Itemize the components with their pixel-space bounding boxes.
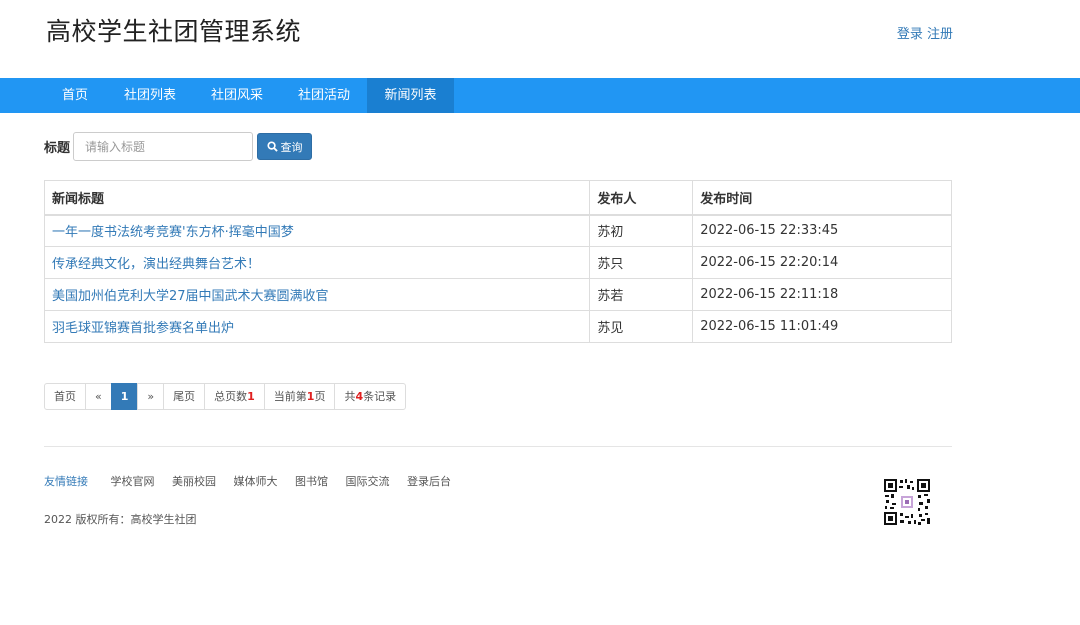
table-row: 美国加州伯克利大学27届中国武术大赛圆满收官 苏若 2022-06-15 22:…: [43, 278, 952, 311]
next-page-button[interactable]: »: [137, 383, 165, 410]
footer-link-media[interactable]: 媒体师大: [234, 475, 278, 488]
login-link[interactable]: 登录: [897, 27, 923, 42]
table-row: 一年一度书法统考竞赛'东方杯·挥毫中国梦 苏初 2022-06-15 22:33…: [43, 214, 952, 247]
table-header-row: 新闻标题 发布人 发布时间: [43, 180, 952, 216]
site-title: 高校学生社团管理系统: [46, 17, 302, 46]
total-pages-value: 1: [247, 390, 255, 403]
footer-divider: [44, 446, 952, 447]
prev-page-button[interactable]: «: [85, 383, 112, 410]
records-count: 4: [355, 390, 364, 403]
column-header-publisher: 发布人: [589, 180, 694, 216]
pagination: 首页 « 1 » 尾页 总页数1 当前第1页 共4条记录: [44, 383, 407, 410]
table-row: 传承经典文化，演出经典舞台艺术！ 苏只 2022-06-15 22:20:14: [43, 246, 952, 279]
nav-item-club-style[interactable]: 社团风采: [200, 78, 274, 113]
first-page-button[interactable]: 首页: [44, 383, 86, 410]
column-header-title: 新闻标题: [43, 180, 591, 216]
nav-item-news-list[interactable]: 新闻列表: [367, 78, 454, 113]
current-page-button[interactable]: 1: [110, 383, 139, 410]
friend-links: 友情链接 学校官网 美丽校园 媒体师大 图书馆 国际交流 登录后台: [44, 473, 465, 489]
news-publisher: 苏若: [589, 278, 694, 311]
news-title-link[interactable]: 羽毛球亚锦赛首批参赛名单出炉: [52, 321, 234, 336]
news-title-link[interactable]: 一年一度书法统考竞赛'东方杯·挥毫中国梦: [52, 225, 294, 240]
footer-link-campus[interactable]: 美丽校园: [172, 475, 216, 488]
news-publisher: 苏只: [589, 246, 694, 279]
auth-links: 登录 注册: [897, 23, 953, 42]
last-page-button[interactable]: 尾页: [163, 383, 206, 410]
footer-link-international[interactable]: 国际交流: [346, 475, 390, 488]
main-nav: 首页 社团列表 社团风采 社团活动 新闻列表: [0, 78, 1080, 113]
nav-item-club-activity[interactable]: 社团活动: [287, 78, 361, 113]
news-title-link[interactable]: 传承经典文化，演出经典舞台艺术！: [52, 257, 260, 272]
total-pages-label: 总页数: [214, 390, 248, 403]
search-button-label: 查询: [280, 140, 303, 154]
table-row: 羽毛球亚锦赛首批参赛名单出炉 苏见 2022-06-15 11:01:49: [43, 310, 952, 343]
current-page-prefix: 当前第: [273, 390, 307, 403]
records-prefix: 共: [344, 390, 356, 403]
nav-item-home[interactable]: 首页: [45, 78, 105, 113]
footer-link-library[interactable]: 图书馆: [295, 475, 328, 488]
current-page-suffix: 页: [314, 390, 326, 403]
news-title-link[interactable]: 美国加州伯克利大学27届中国武术大赛圆满收官: [52, 289, 329, 304]
records-suffix: 条记录: [363, 390, 397, 403]
search-button[interactable]: 查询: [257, 133, 312, 160]
footer-link-school-site[interactable]: 学校官网: [111, 475, 155, 488]
total-pages-info: 总页数1: [204, 383, 265, 410]
friend-links-label: 友情链接: [44, 475, 88, 488]
news-time: 2022-06-15 22:33:45: [692, 214, 952, 247]
column-header-time: 发布时间: [692, 180, 952, 216]
news-publisher: 苏初: [589, 214, 694, 247]
records-info: 共4条记录: [334, 383, 407, 410]
news-publisher: 苏见: [589, 310, 694, 343]
header: 高校学生社团管理系统 登录 注册: [0, 0, 1080, 78]
search-icon: [266, 141, 278, 152]
qr-code-icon: [883, 478, 931, 526]
search-label: 标题: [44, 141, 71, 156]
footer-link-admin-login[interactable]: 登录后台: [407, 475, 451, 488]
title-search-input[interactable]: [73, 132, 253, 161]
news-time: 2022-06-15 22:11:18: [692, 278, 952, 311]
register-link[interactable]: 注册: [927, 27, 953, 42]
news-time: 2022-06-15 22:20:14: [692, 246, 952, 279]
news-time: 2022-06-15 11:01:49: [692, 310, 952, 343]
nav-item-club-list[interactable]: 社团列表: [113, 78, 187, 113]
current-page-info: 当前第1页: [263, 383, 336, 410]
news-table: 新闻标题 发布人 发布时间 一年一度书法统考竞赛'东方杯·挥毫中国梦 苏初 20…: [43, 180, 952, 343]
copyright-text: 2022 版权所有：高校学生社团: [44, 513, 197, 526]
